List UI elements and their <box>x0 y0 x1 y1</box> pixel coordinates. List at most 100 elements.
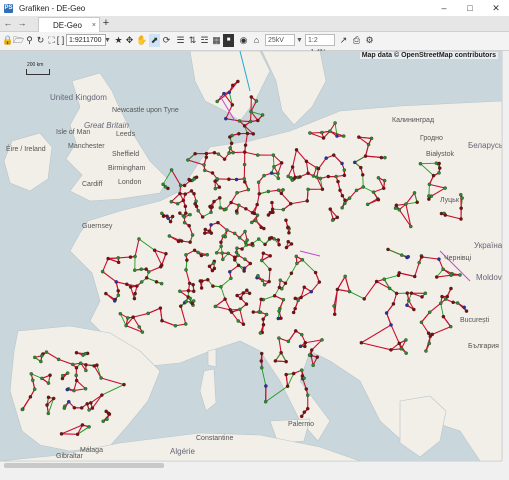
grid-node <box>214 251 219 255</box>
voltage-dropdown-icon[interactable]: ▼ <box>296 34 303 47</box>
grid-node <box>438 166 442 170</box>
home-icon[interactable]: ⌂ <box>251 34 262 47</box>
refresh-icon[interactable]: ↻ <box>35 34 46 47</box>
data-icon[interactable]: ■ <box>223 34 234 47</box>
layers-icon[interactable]: ☲ <box>199 34 210 47</box>
grid-node <box>227 177 231 181</box>
star-icon[interactable]: ★ <box>113 34 124 47</box>
horizontal-scrollbar[interactable] <box>0 461 502 470</box>
map-svg[interactable] <box>0 51 502 461</box>
grid-node <box>424 349 428 353</box>
grid-node <box>343 201 347 205</box>
grid-node <box>317 280 322 284</box>
maximize-button[interactable]: □ <box>457 0 483 16</box>
grid-node <box>20 407 25 412</box>
select-icon[interactable]: ⬈ <box>149 34 160 47</box>
grid-node <box>218 196 222 200</box>
globe-icon[interactable]: ◉ <box>238 34 249 47</box>
grid-node <box>290 165 295 169</box>
map-icon[interactable]: ▦ <box>211 34 222 47</box>
grid-node <box>409 291 414 295</box>
grid-node <box>237 203 241 208</box>
grid-node <box>263 242 267 247</box>
grid-node <box>462 305 466 310</box>
ratio-select[interactable]: 1:2 -1.4N <box>305 34 335 56</box>
close-button[interactable]: ✕ <box>483 0 509 16</box>
label-algeria: Algérie <box>170 447 195 456</box>
grid-node <box>74 373 78 378</box>
grid-node <box>203 168 207 173</box>
grid-node <box>175 201 180 206</box>
grid-node <box>451 300 455 305</box>
zoom-icon[interactable]: ⚲ <box>24 34 35 47</box>
grid-node <box>216 220 220 225</box>
grid-node <box>286 339 291 344</box>
back-arrow-icon[interactable]: ← <box>2 16 14 31</box>
scale-dropdown-icon[interactable]: ▼ <box>104 34 111 47</box>
scale-input[interactable]: 1:9211700 <box>66 34 106 46</box>
grid-node <box>228 270 232 274</box>
hand-icon[interactable]: ✋ <box>136 34 147 47</box>
grid-node <box>204 151 209 156</box>
grid-node <box>168 219 173 224</box>
grid-node <box>207 264 212 269</box>
export-icon[interactable]: ↗ <box>338 34 349 47</box>
map-toolbar: 🔒 🗁 ⚲ ↻ ⛶ [ ] 1:9211700 ▼ ★ ✥ ✋ ⬈ ⟳ ☰ ⇅ … <box>0 32 509 56</box>
grid-node <box>251 310 256 314</box>
grid-node <box>404 338 408 342</box>
lasso-icon[interactable]: ⟳ <box>161 34 172 47</box>
print-icon[interactable]: ⎙ <box>351 34 362 47</box>
grid-node <box>85 402 89 406</box>
add-tab-button[interactable]: + <box>100 16 112 31</box>
grid-node <box>394 203 399 208</box>
forward-arrow-icon[interactable]: → <box>16 16 28 31</box>
tab-close-icon[interactable]: × <box>92 22 96 29</box>
grid-node <box>383 155 387 160</box>
vertical-scrollbar[interactable] <box>502 51 509 461</box>
grid-node <box>284 359 288 364</box>
grid-node <box>167 234 172 238</box>
grid-node <box>256 118 260 123</box>
grid-node <box>101 419 105 424</box>
grid-node <box>287 231 291 235</box>
grid-node <box>391 302 396 306</box>
grid-node <box>404 202 408 206</box>
grid-node <box>139 280 144 284</box>
grid-node <box>132 296 137 301</box>
tab-de-geo[interactable]: DE-Geo × <box>38 17 100 32</box>
map-canvas[interactable]: Map data © OpenStreetMap contributors 20… <box>0 51 502 461</box>
grid-node <box>161 182 165 187</box>
grid-node <box>218 206 223 210</box>
grid-node <box>258 310 263 315</box>
open-folder-icon[interactable]: 🗁 <box>13 34 24 47</box>
grid-node <box>259 225 263 230</box>
lock-icon[interactable]: 🔒 <box>2 34 13 47</box>
horizontal-scroll-thumb[interactable] <box>4 463 164 468</box>
grid-node <box>340 206 344 210</box>
grid-node <box>161 214 166 218</box>
grid-node <box>306 393 310 397</box>
brackets-icon[interactable]: [ ] <box>55 34 66 47</box>
grid-node <box>302 376 306 380</box>
pan-icon[interactable]: ✥ <box>124 34 135 47</box>
label-moldova: Moldova <box>476 273 502 282</box>
grid-node <box>243 229 247 234</box>
filter-icon[interactable]: ☰ <box>175 34 186 47</box>
grid-node <box>289 271 294 275</box>
grid-node <box>46 381 51 385</box>
grid-node <box>374 279 379 284</box>
settings-icon[interactable]: ⚙ <box>364 34 375 47</box>
grid-node <box>305 199 309 203</box>
grid-node <box>78 361 83 365</box>
grid-node <box>124 323 128 328</box>
grid-node <box>242 150 247 154</box>
grid-node <box>299 295 303 300</box>
grid-node <box>236 79 240 84</box>
minimize-button[interactable]: – <box>431 0 457 16</box>
grid-node <box>334 174 338 179</box>
sort-icon[interactable]: ⇅ <box>187 34 198 47</box>
tab-label: DE-Geo <box>53 20 82 30</box>
grid-node <box>357 135 361 139</box>
voltage-select[interactable]: 25kV <box>265 34 295 46</box>
grid-node <box>239 296 243 301</box>
